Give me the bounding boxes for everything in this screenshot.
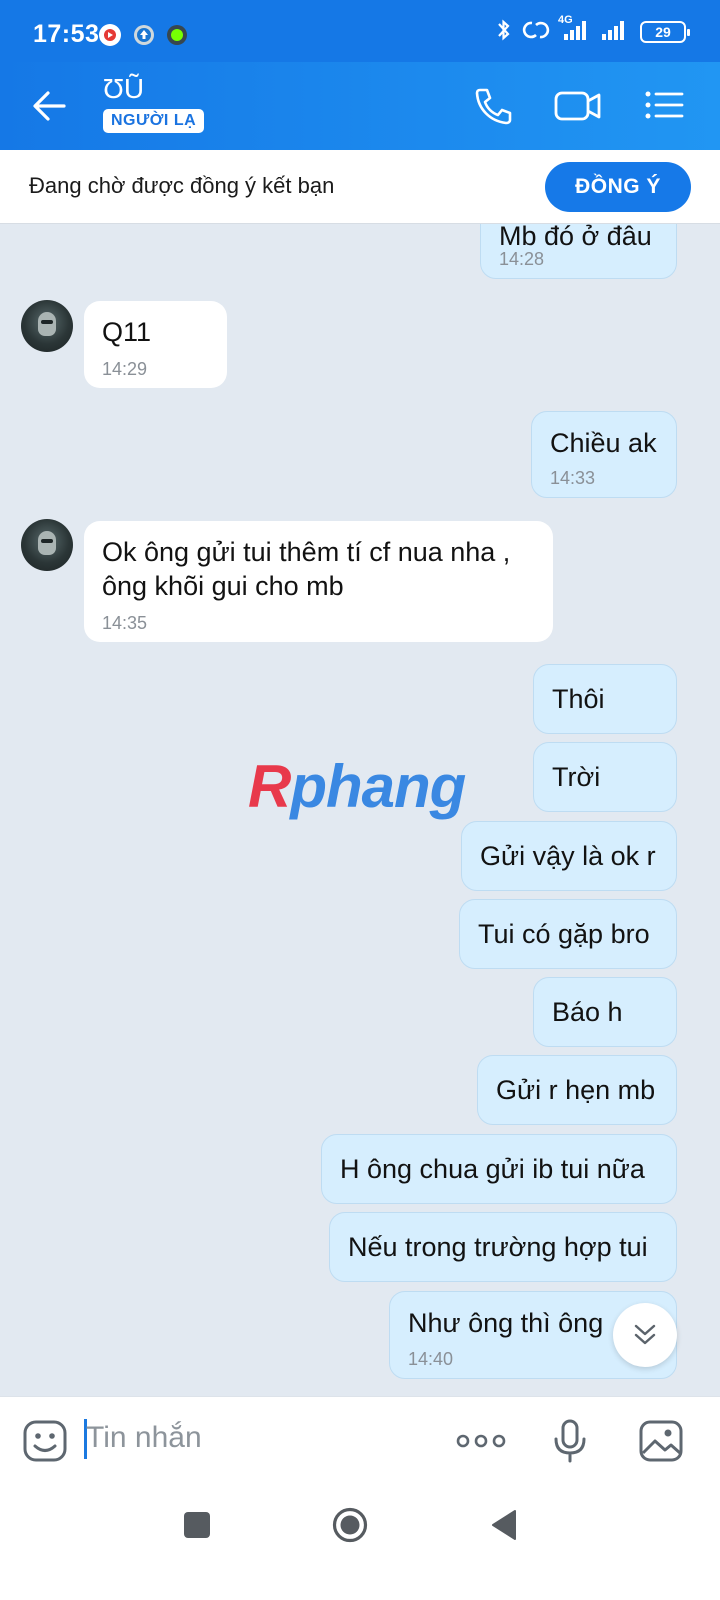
message-time: 14:40 — [408, 1349, 454, 1369]
friend-request-status: Đang chờ được đồng ý kết bạn — [29, 173, 335, 198]
message-bubble-sent[interactable]: Báo h — [533, 977, 677, 1047]
message-text: Báo h — [552, 997, 623, 1027]
status-time: 17:53 — [33, 20, 100, 48]
status-icons: 4G 29 — [496, 14, 690, 48]
message-bubble-sent[interactable]: Trời — [533, 742, 677, 812]
message-time: 14:29 — [102, 359, 148, 379]
chat-header: ƱŨ NGƯỜI LẠ — [0, 62, 720, 150]
message-input-bar: Tin nhắn — [0, 1396, 720, 1484]
back-arrow-icon[interactable] — [30, 86, 70, 126]
message-text: Mb đó ở đâu — [499, 224, 652, 251]
chat-area[interactable]: Mb đó ở đâu 14:28 Q11 14:29 Chiều ak 14:… — [0, 224, 720, 1424]
emoji-icon[interactable] — [22, 1417, 68, 1465]
scroll-to-bottom-button[interactable] — [613, 1303, 677, 1367]
more-options-icon[interactable] — [455, 1417, 507, 1465]
message-text: Gửi r hẹn mb — [496, 1075, 656, 1105]
menu-list-icon[interactable] — [640, 84, 686, 126]
watermark-part-2: phang — [290, 753, 466, 820]
friend-request-bar: Đang chờ được đồng ý kết bạn ĐỒNG Ý — [0, 150, 720, 224]
message-bubble-sent[interactable]: Tui có gặp bro — [459, 899, 677, 969]
message-bubble-received[interactable]: Q11 14:29 — [84, 301, 227, 388]
youtube-app-icon — [99, 24, 121, 46]
back-icon[interactable] — [490, 1509, 518, 1546]
avatar[interactable] — [21, 300, 73, 352]
phone-icon[interactable] — [470, 84, 516, 126]
message-text: Nếu trong trường hợp tui — [348, 1232, 648, 1262]
video-call-icon[interactable] — [553, 84, 601, 126]
message-text: Chiều ak — [550, 428, 657, 458]
message-bubble-sent[interactable]: Nếu trong trường hợp tui — [329, 1212, 677, 1282]
message-bubble-sent[interactable]: H ông chua gửi ib tui nữa — [321, 1134, 677, 1204]
green-app-icon — [166, 24, 188, 46]
recent-apps-icon[interactable] — [183, 1511, 211, 1544]
message-input[interactable]: Tin nhắn — [86, 1421, 202, 1455]
signal-icon-2 — [600, 18, 630, 47]
message-bubble-sent[interactable]: Gửi vậy là ok r — [461, 821, 677, 891]
message-text-line-1: Ok ông gửi tui thêm tí cf nua nha , — [102, 537, 511, 567]
home-icon[interactable] — [332, 1507, 368, 1548]
message-time: 14:35 — [102, 613, 148, 633]
message-text: Tui có gặp bro — [478, 919, 650, 949]
system-navigation-bar — [0, 1484, 720, 1600]
status-bar: 17:53 4G 29 — [0, 0, 720, 62]
message-bubble-sent[interactable]: Mb đó ở đâu 14:28 — [480, 224, 677, 279]
message-time: 14:28 — [499, 249, 545, 269]
message-bubble-sent[interactable]: Gửi r hẹn mb — [477, 1055, 677, 1125]
link-icon — [522, 18, 550, 47]
message-text: Q11 — [102, 317, 152, 347]
message-text: Gửi vậy là ok r — [480, 841, 656, 871]
message-bubble-sent[interactable]: Thôi — [533, 664, 677, 734]
message-text-line-2: ông khõi gui cho mb — [102, 571, 344, 601]
message-text: Thôi — [552, 684, 605, 714]
message-bubble-sent[interactable]: Chiều ak 14:33 — [531, 411, 677, 498]
contact-name[interactable]: ƱŨ — [103, 73, 144, 105]
message-time: 14:33 — [550, 468, 596, 488]
network-type: 4G — [558, 13, 573, 26]
message-text: Như ông thì ông — [408, 1308, 604, 1338]
accept-button[interactable]: ĐỒNG Ý — [545, 162, 691, 212]
signal-icon: 4G — [558, 14, 590, 47]
upload-app-icon — [133, 24, 155, 46]
bluetooth-icon — [496, 17, 512, 48]
message-text: Trời — [552, 762, 601, 792]
message-bubble-received[interactable]: Ok ông gửi tui thêm tí cf nua nha , ông … — [84, 521, 553, 642]
stranger-badge: NGƯỜI LẠ — [103, 109, 205, 133]
image-icon[interactable] — [638, 1417, 684, 1465]
battery-level: 29 — [655, 24, 671, 40]
double-chevron-down-icon — [630, 1320, 660, 1355]
message-text: H ông chua gửi ib tui nữa — [340, 1154, 645, 1184]
microphone-icon[interactable] — [552, 1417, 588, 1465]
battery-icon: 29 — [640, 21, 690, 43]
watermark: Rphang — [248, 752, 466, 821]
avatar[interactable] — [21, 519, 73, 571]
watermark-part-1: R — [248, 753, 291, 820]
